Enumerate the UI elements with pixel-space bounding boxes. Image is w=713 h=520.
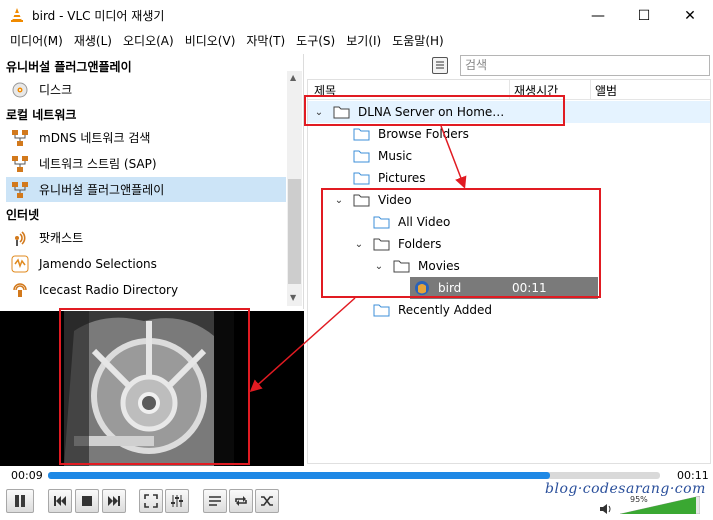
jamendo-icon (10, 254, 30, 274)
radio-icon (10, 280, 30, 300)
extended-settings-button[interactable] (165, 489, 189, 513)
sidebar-item-icecast[interactable]: Icecast Radio Directory (6, 277, 286, 302)
category-local-network: 로컬 네트워크 (6, 108, 77, 122)
fullscreen-icon (144, 494, 158, 508)
search-placeholder: 검색 (465, 58, 488, 72)
stop-icon (82, 496, 92, 506)
folder-icon (353, 172, 370, 185)
disc-icon (10, 80, 30, 100)
menu-video[interactable]: 비디오(V) (179, 31, 241, 52)
sidebar: 유니버설 플러그앤플레이 디스크 로컬 네트워크 mDNS 네트워크 검색 네트… (0, 54, 304, 309)
fullscreen-button[interactable] (139, 489, 163, 513)
podcast-icon (10, 228, 30, 248)
speaker-icon[interactable] (599, 503, 613, 515)
sidebar-item-upnp[interactable]: 유니버설 플러그앤플레이 (6, 177, 286, 202)
network-icon (10, 180, 30, 200)
sidebar-item-jamendo[interactable]: Jamendo Selections (6, 251, 286, 276)
menu-subtitle[interactable]: 자막(T) (240, 31, 290, 52)
scrollbar-thumb[interactable] (288, 179, 301, 284)
volume-percent: 95% (630, 495, 648, 504)
sidebar-item-mdns[interactable]: mDNS 네트워크 검색 (6, 125, 286, 150)
maximize-button[interactable]: ☐ (621, 0, 667, 31)
category-upnp: 유니버설 플러그앤플레이 (6, 60, 132, 74)
shuffle-icon (261, 496, 273, 506)
stop-button[interactable] (75, 489, 99, 513)
folder-icon (373, 304, 390, 317)
next-button[interactable] (102, 489, 126, 513)
menu-bar: 미디어(M) 재생(L) 오디오(A) 비디오(V) 자막(T) 도구(S) 보… (0, 31, 713, 52)
scroll-down-icon[interactable]: ▼ (290, 293, 296, 302)
previous-button[interactable] (48, 489, 72, 513)
annotation-box-video-tree (321, 188, 601, 298)
tree-row-browse-folders[interactable]: Browse Folders (308, 123, 710, 145)
loop-icon (235, 496, 247, 506)
vlc-cone-icon (11, 8, 23, 22)
network-icon (10, 154, 30, 174)
sidebar-item-label: mDNS 네트워크 검색 (39, 131, 151, 145)
sidebar-scrollbar[interactable]: ▲ ▼ (287, 71, 302, 306)
network-icon (10, 128, 30, 148)
seek-progress (48, 472, 550, 479)
menu-view[interactable]: 보기(I) (340, 31, 386, 52)
pause-icon (15, 495, 25, 507)
tree-row-label: Pictures (378, 171, 426, 185)
menu-tools[interactable]: 도구(S) (290, 31, 340, 52)
previous-icon (54, 496, 66, 506)
playlist-button[interactable] (203, 489, 227, 513)
close-button[interactable]: ✕ (667, 0, 713, 31)
sidebar-item-podcast[interactable]: 팟캐스트 (6, 225, 286, 250)
scroll-up-icon[interactable]: ▲ (290, 73, 296, 82)
menu-audio[interactable]: 오디오(A) (117, 31, 179, 52)
sidebar-item-label: 팟캐스트 (39, 231, 84, 245)
column-separator[interactable] (590, 80, 591, 100)
shuffle-button[interactable] (255, 489, 279, 513)
sidebar-item-label: 디스크 (39, 83, 73, 97)
search-input[interactable]: 검색 (460, 55, 710, 76)
watermark: blog·codesarang·com (545, 481, 706, 497)
tree-row-pictures[interactable]: Pictures (308, 167, 710, 189)
sidebar-item-label: 네트워크 스트림 (SAP) (39, 157, 157, 171)
annotation-box-video (59, 308, 250, 465)
next-icon (108, 496, 120, 506)
sidebar-item-label: Jamendo Selections (39, 256, 157, 271)
tree-row-label: Recently Added (398, 303, 492, 317)
menu-playback[interactable]: 재생(L) (68, 31, 117, 52)
tree-row-label: Browse Folders (378, 127, 469, 141)
sidebar-item-label: Icecast Radio Directory (39, 282, 179, 297)
pause-button[interactable] (6, 489, 34, 513)
menu-media[interactable]: 미디어(M) (4, 31, 68, 52)
sidebar-item-disc[interactable]: 디스크 (6, 77, 286, 102)
window-title: bird - VLC 미디어 재생기 (32, 9, 165, 23)
title-bar: bird - VLC 미디어 재생기 — ☐ ✕ (0, 0, 713, 31)
tree-row-label: Music (378, 149, 413, 163)
tree-row-recently-added[interactable]: Recently Added (308, 299, 710, 321)
equalizer-icon (171, 495, 183, 507)
seek-slider[interactable] (48, 472, 660, 479)
sidebar-item-sap[interactable]: 네트워크 스트림 (SAP) (6, 151, 286, 176)
playlist-view-icon[interactable] (432, 57, 448, 74)
folder-icon (353, 128, 370, 141)
menu-help[interactable]: 도움말(H) (386, 31, 449, 52)
loop-button[interactable] (229, 489, 253, 513)
column-album[interactable]: 앨범 (595, 82, 617, 99)
elapsed-time: 00:09 (11, 469, 43, 482)
category-internet: 인터넷 (6, 208, 40, 222)
playlist-icon (209, 496, 221, 506)
annotation-box-dlna (304, 95, 565, 126)
folder-icon (353, 150, 370, 163)
sidebar-item-label: 유니버설 플러그앤플레이 (39, 183, 165, 197)
tree-row-music[interactable]: Music (308, 145, 710, 167)
minimize-button[interactable]: — (575, 0, 621, 31)
